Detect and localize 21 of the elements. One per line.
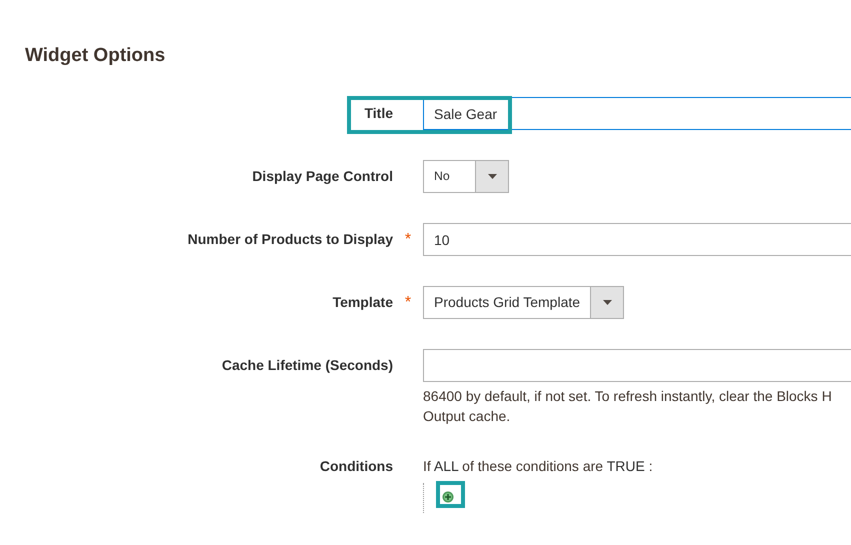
- required-asterisk: *: [404, 231, 412, 248]
- text-input-field[interactable]: 10: [423, 223, 851, 256]
- section-title: Widget Options: [25, 45, 166, 68]
- dropdown-select[interactable]: Products Grid Template: [423, 286, 624, 319]
- plus-circle-icon: [442, 491, 454, 503]
- field-label: Number of Products to Display: [186, 230, 393, 249]
- field-note: 86400 by default, if not set. To refresh instantly, clear the Blocks H Output cache.: [423, 387, 833, 426]
- condition-sentence: If ALL of these conditions are TRUE :: [423, 457, 654, 476]
- caret-icon: [488, 174, 496, 179]
- caret-icon: [602, 300, 612, 305]
- text-input-field[interactable]: Sale Gear: [423, 97, 851, 130]
- dropdown-select[interactable]: No: [423, 160, 509, 193]
- text-input-field[interactable]: [423, 349, 851, 382]
- field-label: Template: [332, 293, 393, 312]
- field-label: Conditions: [318, 457, 393, 476]
- field-label: Cache Lifetime (Seconds): [220, 356, 393, 375]
- aggregator-link[interactable]: ALL: [434, 458, 458, 474]
- required-asterisk: *: [404, 294, 412, 311]
- field-label: Title: [363, 104, 393, 123]
- value-link[interactable]: TRUE: [606, 458, 645, 474]
- field-label: Display Page Control: [251, 167, 393, 186]
